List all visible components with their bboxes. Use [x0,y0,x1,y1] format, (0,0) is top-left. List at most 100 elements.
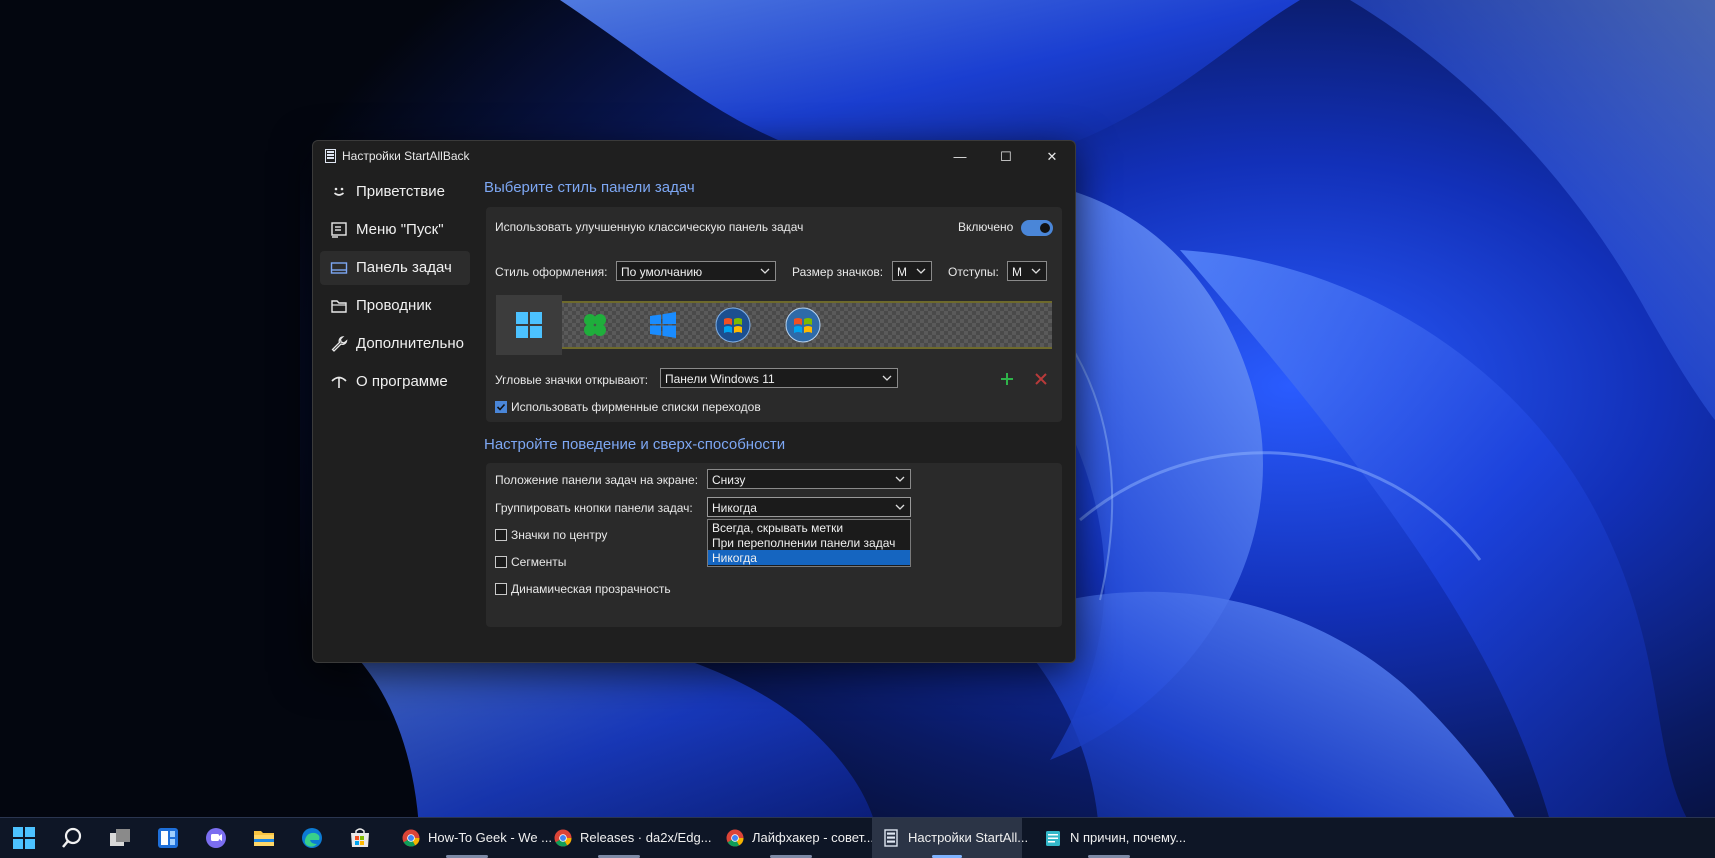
transparency-label: Динамическая прозрачность [511,582,671,596]
widgets-button[interactable] [146,818,190,858]
dropdown-option[interactable]: Всегда, скрывать метки [708,520,910,535]
taskbar-style-heading: Выберите стиль панели задач [484,179,695,196]
notepad-icon [1046,831,1060,846]
widgets-icon [158,828,178,848]
minimize-button[interactable]: — [937,141,983,173]
windows-10-logo-icon [650,312,676,338]
icon-size-select[interactable]: M [892,261,932,281]
segments-checkbox[interactable] [495,556,507,568]
edge-icon [302,828,322,848]
transparency-checkbox[interactable] [495,583,507,595]
taskbar-icon [330,262,348,274]
remove-icon[interactable] [1034,372,1048,386]
file-explorer-button[interactable] [242,818,286,858]
taskbar-app-startallback[interactable]: Настройки StartAll... [872,818,1028,858]
dropdown-option[interactable]: При переполнении панели задач [708,535,910,550]
sidebar-item-label: Дополнительно [356,335,464,352]
teams-chat-icon [206,828,226,848]
padding-value: M [1012,265,1022,279]
windows-xp-clover-icon [584,314,606,336]
chevron-down-icon [882,375,892,381]
chevron-down-icon [895,476,905,482]
wrench-icon [331,336,348,352]
sidebar-item-label: Меню "Пуск" [356,221,444,238]
task-view-icon [110,829,130,846]
sidebar-item-about[interactable]: О программе [320,365,470,399]
group-label: Группировать кнопки панели задач: [495,501,693,515]
add-icon[interactable] [1000,372,1014,386]
classic-taskbar-label: Использовать улучшенную классическую пан… [495,220,804,234]
sidebar-item-advanced[interactable]: Дополнительно [320,327,470,361]
chevron-down-icon [895,504,905,510]
taskbar-app-label: Лайфхакер - совет... [752,830,874,845]
sidebar-item-explorer[interactable]: Проводник [320,289,470,323]
chrome-icon [554,829,572,847]
behavior-heading: Настройте поведение и сверх-способности [484,436,786,453]
corner-icons-value: Панели Windows 11 [665,372,775,386]
startallback-icon [884,829,898,847]
about-icon [331,376,347,388]
position-value: Снизу [712,473,746,487]
checkmark-icon [496,403,506,411]
classic-taskbar-toggle[interactable] [1021,220,1053,236]
corner-icons-label: Угловые значки открывают: [495,373,649,387]
store-icon [351,828,369,847]
close-button[interactable]: ✕ [1029,141,1075,173]
taskbar-app-label: How-To Geek - We ... [428,830,553,845]
sidebar-item-taskbar[interactable]: Панель задач [320,251,470,285]
chevron-down-icon [1031,268,1041,274]
taskbar-app-howtogeek[interactable]: How-To Geek - We ... [392,818,552,858]
sidebar-item-welcome[interactable]: Приветствие [320,175,470,209]
chevron-down-icon [916,268,926,274]
center-icons-label: Значки по центру [511,528,608,542]
toggle-state-label: Включено [958,220,1014,234]
start-style-windows-11[interactable] [496,295,562,355]
search-button[interactable] [50,818,94,858]
group-value: Никогда [712,501,757,515]
maximize-button[interactable]: ☐ [983,141,1029,173]
start-style-windows-vista[interactable] [770,295,836,355]
start-button[interactable] [2,818,46,858]
style-label: Стиль оформления: [495,265,608,279]
dropdown-option-selected[interactable]: Никогда [708,550,910,565]
title-bar[interactable]: Настройки StartAllBack — ☐ ✕ [313,141,1075,173]
start-style-windows-xp[interactable] [562,295,628,355]
style-select[interactable]: По умолчанию [616,261,776,281]
edge-button[interactable] [290,818,334,858]
chevron-down-icon [760,268,770,274]
taskbar-app-label: Releases · da2x/Edg... [580,830,712,845]
padding-select[interactable]: M [1007,261,1047,281]
chrome-icon [726,829,744,847]
jumplists-checkbox[interactable] [495,401,507,413]
style-select-value: По умолчанию [621,265,703,279]
taskbar-app-lifehacker[interactable]: Лайфхакер - совет... [716,818,874,858]
chat-button[interactable] [194,818,238,858]
jumplists-label: Использовать фирменные списки переходов [511,400,761,414]
start-icon [13,827,35,849]
sidebar-item-label: Приветствие [356,183,445,200]
icon-size-value: M [897,265,907,279]
sidebar-item-label: Проводник [356,297,432,314]
sidebar-item-label: О программе [356,373,448,390]
smile-icon [333,187,345,196]
icon-size-label: Размер значков: [792,265,884,279]
sidebar-item-start-menu[interactable]: Меню "Пуск" [320,213,470,247]
taskbar-app-releases[interactable]: Releases · da2x/Edg... [544,818,712,858]
group-select[interactable]: Никогда [707,497,911,517]
center-icons-checkbox[interactable] [495,529,507,541]
taskbar-app-label: N причин, почему... [1070,830,1187,845]
corner-icons-select[interactable]: Панели Windows 11 [660,368,898,388]
taskbar-app-notepad[interactable]: N причин, почему... [1034,818,1187,858]
start-style-windows-10[interactable] [630,295,696,355]
folder-icon [331,300,347,313]
file-explorer-icon [254,831,274,846]
position-select[interactable]: Снизу [707,469,911,489]
group-dropdown-list: Всегда, скрывать метки При переполнении … [707,519,911,567]
windows-11-logo-icon [516,312,542,338]
taskbar-app-label: Настройки StartAll... [908,830,1029,845]
start-style-windows-7[interactable] [700,295,766,355]
windows-7-orb-icon [715,307,751,343]
store-button[interactable] [338,818,382,858]
segments-label: Сегменты [511,555,567,569]
task-view-button[interactable] [98,818,142,858]
